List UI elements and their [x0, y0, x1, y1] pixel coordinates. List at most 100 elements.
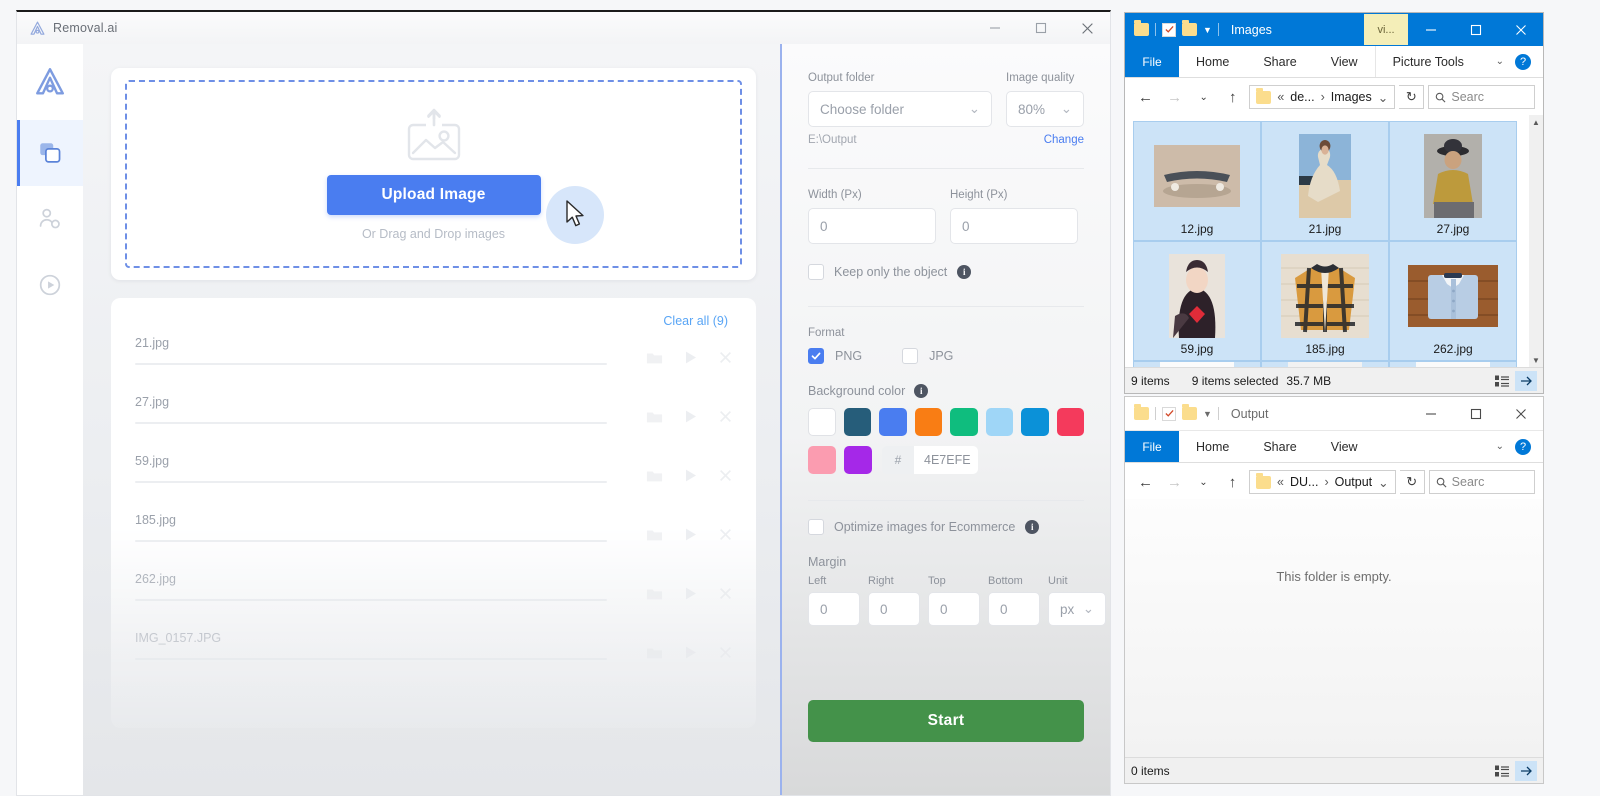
hex-color-field[interactable]: # 4E7EFE: [882, 446, 978, 474]
swatch-orange[interactable]: [914, 408, 943, 436]
info-icon[interactable]: i: [957, 265, 972, 279]
breadcrumb-segment-2[interactable]: Images: [1331, 90, 1372, 104]
maximize-icon[interactable]: [1453, 13, 1498, 46]
recent-locations-icon[interactable]: ⌄: [1191, 84, 1216, 110]
sidebar-item-batch[interactable]: [17, 120, 83, 186]
close-icon[interactable]: [1064, 12, 1110, 44]
list-item[interactable]: 59.jpg: [1133, 241, 1261, 361]
list-item[interactable]: 185.jpg: [135, 505, 732, 564]
change-folder-link[interactable]: Change: [1044, 134, 1084, 146]
play-icon[interactable]: [684, 527, 698, 542]
sidebar-item-video[interactable]: [17, 252, 83, 318]
margin-right-input[interactable]: 0: [868, 592, 920, 626]
folder-icon[interactable]: [646, 468, 663, 483]
list-item[interactable]: 262.jpg: [1389, 241, 1517, 361]
details-view-icon[interactable]: [1491, 761, 1513, 781]
play-icon[interactable]: [684, 409, 698, 424]
keep-object-checkbox[interactable]: [808, 264, 824, 280]
breadcrumb[interactable]: « DU... › Output ⌄: [1249, 470, 1396, 494]
list-item[interactable]: 262.jpg: [135, 564, 732, 623]
chevron-down-icon[interactable]: ⌄: [1378, 475, 1388, 490]
play-icon[interactable]: [684, 350, 698, 365]
keep-object-row[interactable]: Keep only the object i: [808, 264, 1084, 280]
new-folder-icon[interactable]: [1182, 404, 1197, 420]
play-icon[interactable]: [684, 586, 698, 601]
folder-icon[interactable]: [646, 350, 663, 365]
minimize-icon[interactable]: [1408, 397, 1453, 430]
width-input[interactable]: 0: [808, 208, 936, 244]
hex-value[interactable]: 4E7EFE: [914, 446, 978, 474]
close-icon[interactable]: [719, 528, 732, 541]
list-item[interactable]: 21.jpg: [1261, 121, 1389, 241]
back-icon[interactable]: ←: [1133, 84, 1158, 110]
search-input[interactable]: Searc: [1428, 470, 1535, 494]
swatch-teal-dark[interactable]: [843, 408, 872, 436]
up-icon[interactable]: ↑: [1220, 469, 1245, 495]
play-icon[interactable]: [684, 645, 698, 660]
dropzone[interactable]: Upload Image Or Drag and Drop images: [125, 80, 742, 268]
image-quality-select[interactable]: 80% ⌄: [1006, 91, 1084, 127]
minimize-icon[interactable]: [972, 12, 1018, 44]
jpg-checkbox[interactable]: [902, 348, 919, 364]
tab-home[interactable]: Home: [1179, 431, 1246, 462]
upload-image-button[interactable]: Upload Image: [326, 175, 541, 215]
properties-icon[interactable]: [1162, 22, 1176, 37]
list-item[interactable]: 185.jpg: [1261, 241, 1389, 361]
info-icon[interactable]: i: [914, 384, 929, 398]
swatch-cyan[interactable]: [1021, 408, 1049, 436]
close-icon[interactable]: [719, 646, 732, 659]
margin-bottom-input[interactable]: 0: [988, 592, 1040, 626]
optimize-row[interactable]: Optimize images for Ecommerce i: [808, 519, 1084, 535]
tab-share[interactable]: Share: [1246, 46, 1313, 77]
scroll-down-icon[interactable]: ▼: [1529, 353, 1543, 367]
close-icon[interactable]: [719, 351, 732, 364]
tab-file[interactable]: File: [1125, 431, 1179, 462]
folder-icon[interactable]: [646, 645, 663, 660]
tab-picture-tools[interactable]: Picture Tools: [1374, 46, 1481, 77]
close-icon[interactable]: [1498, 13, 1543, 46]
thumbnail-view-icon[interactable]: [1515, 370, 1537, 391]
swatch-green[interactable]: [950, 408, 978, 436]
close-icon[interactable]: [1498, 397, 1543, 430]
details-view-icon[interactable]: [1491, 371, 1513, 391]
close-icon[interactable]: [719, 469, 732, 482]
swatch-pink[interactable]: [808, 446, 836, 474]
chevron-down-icon[interactable]: ⌄: [1496, 56, 1504, 67]
tab-file[interactable]: File: [1125, 46, 1179, 77]
optimize-checkbox[interactable]: [808, 519, 824, 535]
height-input[interactable]: 0: [950, 208, 1078, 244]
properties-icon[interactable]: [1162, 406, 1176, 421]
tab-view[interactable]: View: [1314, 431, 1375, 462]
list-item[interactable]: 12.jpg: [1133, 121, 1261, 241]
scroll-up-icon[interactable]: ▲: [1529, 115, 1543, 129]
vertical-scrollbar[interactable]: ▲ ▼: [1529, 115, 1543, 367]
refresh-icon[interactable]: ↻: [1399, 470, 1425, 494]
list-item[interactable]: 21.jpg: [135, 328, 732, 387]
chevron-down-icon[interactable]: ⌄: [1496, 441, 1504, 452]
swatch-red[interactable]: [1056, 408, 1085, 436]
swatch-purple[interactable]: [844, 446, 872, 474]
search-input[interactable]: Searc: [1428, 85, 1535, 109]
folder-icon[interactable]: [646, 409, 663, 424]
tab-home[interactable]: Home: [1179, 46, 1246, 77]
swatch-white[interactable]: [808, 408, 836, 436]
png-checkbox[interactable]: [808, 348, 824, 364]
back-icon[interactable]: ←: [1133, 469, 1158, 495]
list-item[interactable]: 27.jpg: [1389, 121, 1517, 241]
maximize-icon[interactable]: [1018, 12, 1064, 44]
list-item[interactable]: 27.jpg: [135, 387, 732, 446]
recent-locations-icon[interactable]: ⌄: [1191, 469, 1216, 495]
clear-all-link[interactable]: Clear all (9): [135, 314, 732, 328]
unit-select[interactable]: px ⌄: [1048, 592, 1106, 626]
swatch-blue[interactable]: [879, 408, 907, 436]
list-item[interactable]: 59.jpg: [135, 446, 732, 505]
list-item[interactable]: IMG_0157.JPG: [135, 623, 732, 682]
chevron-down-icon[interactable]: ▼: [1203, 409, 1212, 419]
folder-icon[interactable]: [646, 527, 663, 542]
breadcrumb-segment-1[interactable]: de...: [1290, 90, 1314, 104]
breadcrumb[interactable]: « de... › Images ⌄: [1249, 85, 1396, 109]
output-folder-select[interactable]: Choose folder ⌄: [808, 91, 992, 127]
close-icon[interactable]: [719, 587, 732, 600]
margin-top-input[interactable]: 0: [928, 592, 980, 626]
forward-icon[interactable]: →: [1162, 469, 1187, 495]
